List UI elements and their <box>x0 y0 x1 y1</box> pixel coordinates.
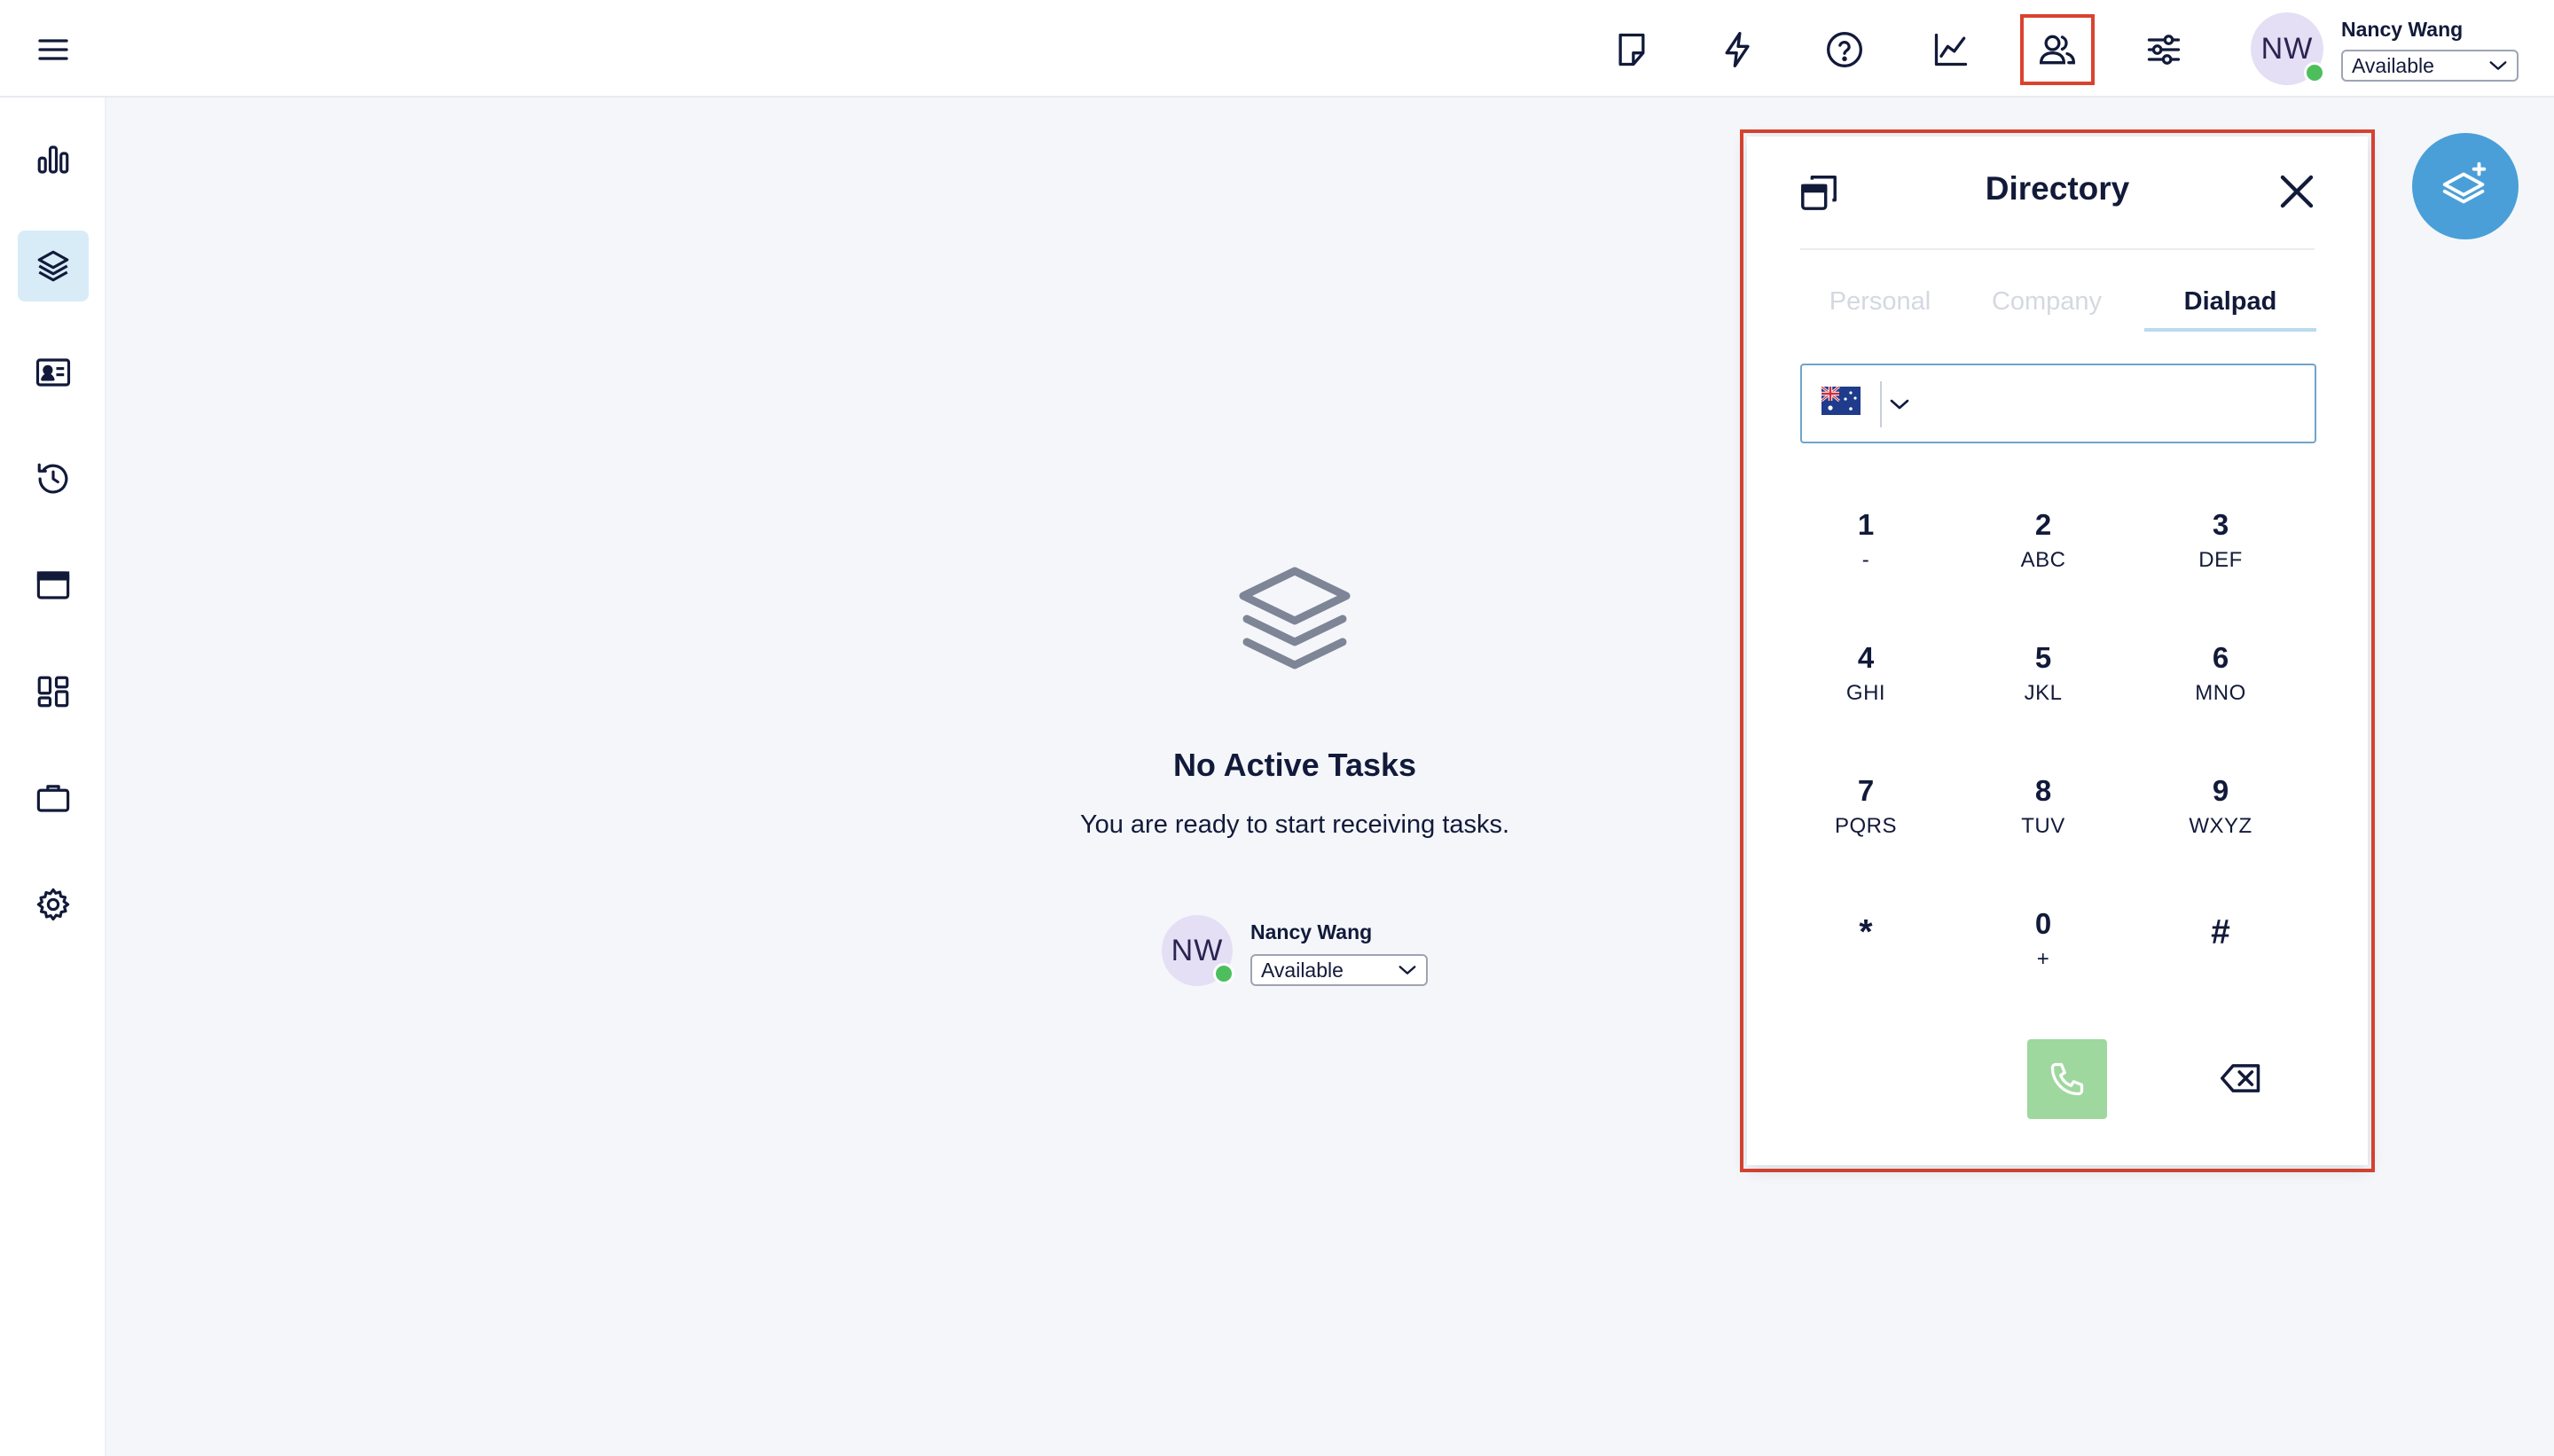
avatar[interactable]: NW <box>1162 915 1234 986</box>
hamburger-menu-icon[interactable] <box>32 28 74 71</box>
briefcase-icon <box>36 785 70 812</box>
dialpad-key-9[interactable]: 9 WXYZ <box>2150 773 2292 871</box>
dialpad-key-3[interactable]: 3 DEF <box>2150 507 2292 605</box>
help-icon[interactable] <box>1811 18 1878 82</box>
sidebar-item-settings[interactable] <box>18 869 89 940</box>
key-digit: 7 <box>1857 774 1875 807</box>
dialpad-key-8[interactable]: 8 TUV <box>1972 773 2114 871</box>
empty-state-title: No Active Tasks <box>1172 747 1417 783</box>
history-icon <box>37 463 68 494</box>
key-letters: PQRS <box>1834 814 1897 838</box>
avatar-initials: NW <box>2260 31 2314 66</box>
phone-number-input[interactable] <box>1800 364 2316 443</box>
key-letters: + <box>2036 947 2050 971</box>
tab-dialpad[interactable]: Dialpad <box>2144 287 2316 332</box>
close-icon[interactable] <box>2276 170 2318 213</box>
new-task-fab[interactable] <box>2412 133 2519 239</box>
contact-card-icon <box>35 358 71 387</box>
gear-icon <box>36 888 70 921</box>
avatar[interactable]: NW <box>2251 12 2325 85</box>
status-value: Available <box>2352 53 2434 77</box>
sidebar-item-work[interactable] <box>18 763 89 834</box>
input-separator <box>1880 381 1882 427</box>
user-name: Nancy Wang <box>1250 920 1373 943</box>
bar-chart-icon <box>37 145 69 174</box>
dialpad-key-star[interactable]: * <box>1795 906 1937 1004</box>
status-dropdown[interactable]: Available <box>1250 954 1428 986</box>
key-letters: MNO <box>2195 681 2246 705</box>
sidebar-item-apps[interactable] <box>18 656 89 727</box>
key-digit: 0 <box>2034 907 2052 940</box>
key-letters: WXYZ <box>2189 814 2252 838</box>
key-digit: 3 <box>2212 508 2229 541</box>
online-status-dot <box>1213 963 1234 984</box>
sidebar-item-history[interactable] <box>18 443 89 514</box>
settings-sliders-icon[interactable] <box>2130 18 2198 82</box>
grid-icon <box>37 676 69 708</box>
call-button[interactable] <box>2027 1039 2107 1119</box>
user-status-widget: NW Nancy Wang Available <box>2251 12 2543 87</box>
chevron-down-icon <box>1398 966 1416 975</box>
empty-state-subtitle: You are ready to start receiving tasks. <box>1079 810 1510 839</box>
sidebar-item-dashboard[interactable] <box>18 124 89 195</box>
dialpad-key-7[interactable]: 7 PQRS <box>1795 773 1937 871</box>
key-letters: DEF <box>2198 548 2243 572</box>
key-digit: 9 <box>2212 774 2229 807</box>
online-status-dot <box>2304 62 2325 83</box>
dialpad-key-0[interactable]: 0 + <box>1972 906 2114 1004</box>
browser-window-icon <box>36 571 70 599</box>
key-letters: - <box>1861 548 1870 572</box>
key-letters: ABC <box>2020 548 2066 572</box>
status-value: Available <box>1261 958 1344 982</box>
dialpad-key-1[interactable]: 1 - <box>1795 507 1937 605</box>
dialpad-key-2[interactable]: 2 ABC <box>1972 507 2114 605</box>
layers-icon <box>37 250 69 282</box>
australia-flag-icon[interactable] <box>1821 387 1861 415</box>
backspace-icon[interactable] <box>2221 1062 2261 1094</box>
bolt-icon[interactable] <box>1704 18 1772 82</box>
key-letters: JKL <box>2024 681 2063 705</box>
key-digit: 2 <box>2034 508 2052 541</box>
key-letters: GHI <box>1845 681 1886 705</box>
sidebar-item-tasks[interactable] <box>18 231 89 301</box>
dialpad-key-5[interactable]: 5 JKL <box>1972 640 2114 738</box>
key-digit: 6 <box>2212 641 2229 674</box>
key-digit: 5 <box>2034 641 2052 674</box>
sidebar-item-window[interactable] <box>18 550 89 621</box>
directory-icon[interactable] <box>2020 14 2095 85</box>
key-digit: 4 <box>1857 641 1875 674</box>
dialpad-key-hash[interactable]: # <box>2150 906 2292 1004</box>
tab-company[interactable]: Company <box>1976 287 2118 332</box>
divider <box>1800 248 2315 250</box>
add-layer-icon <box>2442 161 2487 204</box>
status-dropdown[interactable]: Available <box>2341 50 2519 82</box>
key-digit: 1 <box>1857 508 1875 541</box>
directory-panel: Directory Personal Company Dialpad 1 - 2… <box>1747 137 2368 1165</box>
chevron-down-icon[interactable] <box>1889 397 1910 411</box>
phone-icon <box>2050 1062 2084 1096</box>
dialpad-key-4[interactable]: 4 GHI <box>1795 640 1937 738</box>
sidebar-item-contacts[interactable] <box>18 337 89 408</box>
top-bar: NW Nancy Wang Available <box>0 0 2554 98</box>
chevron-down-icon <box>2489 61 2507 70</box>
tab-personal[interactable]: Personal <box>1818 287 1942 332</box>
avatar-initials: NW <box>1171 933 1224 967</box>
key-digit: # <box>2211 913 2230 951</box>
key-digit: 8 <box>2034 774 2052 807</box>
layers-icon <box>1239 567 1351 669</box>
key-digit: * <box>1859 913 1873 951</box>
directory-title: Directory <box>1985 170 2130 207</box>
key-letters: TUV <box>2021 814 2065 838</box>
user-name: Nancy Wang <box>2341 18 2464 41</box>
analytics-icon[interactable] <box>1917 18 1985 82</box>
notes-icon[interactable] <box>1598 18 1665 82</box>
dialpad-key-6[interactable]: 6 MNO <box>2150 640 2292 738</box>
